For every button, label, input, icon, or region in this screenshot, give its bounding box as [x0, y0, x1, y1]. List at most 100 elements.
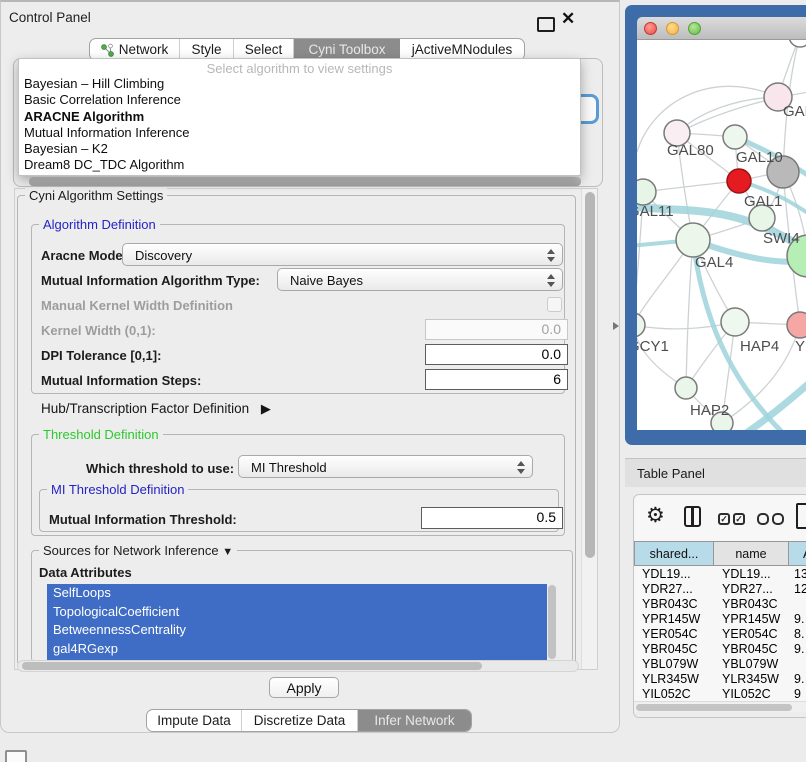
horizontal-scrollbar[interactable]: [17, 660, 579, 672]
table-row[interactable]: YPR145WYPR145W9.: [634, 611, 806, 626]
kernel-width-input[interactable]: 0.0: [425, 319, 568, 340]
table-row[interactable]: YIL052CYIL052C9: [634, 686, 806, 701]
network-node[interactable]: [675, 377, 697, 399]
attribute-item[interactable]: TopologicalCoefficient: [47, 603, 547, 622]
control-panel: Control Panel ✕ Network Style Select Cyn…: [0, 0, 620, 733]
algorithm-item[interactable]: Bayesian – Hill Climbing: [19, 76, 580, 92]
network-node-label: HAP4: [740, 338, 779, 355]
aracne-mode-combo[interactable]: Discovery: [122, 243, 563, 266]
mi-threshold-input[interactable]: 0.5: [421, 507, 563, 529]
tab-discretize-data[interactable]: Discretize Data: [242, 710, 358, 731]
tab-select[interactable]: Select: [234, 39, 294, 60]
algorithm-item[interactable]: ARACNE Algorithm: [19, 109, 580, 125]
algorithm-list: Bayesian – Hill ClimbingBasic Correlatio…: [19, 76, 580, 174]
panel-resize-grip[interactable]: [613, 322, 619, 330]
algorithm-item[interactable]: Mutual Information Inference: [19, 125, 580, 141]
cyni-settings-legend: Cyni Algorithm Settings: [25, 188, 167, 203]
network-node[interactable]: [787, 312, 806, 338]
network-node-label: Y: [795, 338, 805, 355]
algorithm-item[interactable]: Dream8 DC_TDC Algorithm: [19, 157, 580, 173]
tab-impute-data[interactable]: Impute Data: [147, 710, 242, 731]
bottom-left-button[interactable]: [5, 750, 27, 762]
network-node[interactable]: [637, 179, 656, 205]
network-node[interactable]: [789, 40, 806, 47]
network-node[interactable]: [721, 308, 749, 336]
window-zoom-icon[interactable]: [688, 22, 701, 35]
vertical-scrollbar-thumb[interactable]: [585, 192, 595, 558]
table-horizontal-scrollbar[interactable]: [634, 701, 806, 712]
algorithm-item[interactable]: Bayesian – K2: [19, 141, 580, 157]
table-row[interactable]: YLR345WYLR345W9.: [634, 671, 806, 686]
hub-disclosure[interactable]: Hub/Transcription Factor Definition ▶: [41, 401, 271, 417]
tab-infer-network[interactable]: Infer Network: [358, 710, 471, 731]
network-node[interactable]: [637, 313, 645, 337]
table-header-row: shared... name A: [634, 541, 806, 566]
column-header-shared[interactable]: shared...: [634, 541, 714, 566]
table-row[interactable]: YBR045CYBR045C9.: [634, 641, 806, 656]
table-row[interactable]: YER054CYER054C8.: [634, 626, 806, 641]
network-canvas[interactable]: GALGAL80GAL10GAL1GAL11SWI4GAL4GCY1HAP4YH…: [637, 40, 806, 430]
horizontal-scrollbar-thumb[interactable]: [22, 662, 482, 670]
attribute-item[interactable]: SelfLoops: [47, 584, 547, 603]
algorithm-item[interactable]: Basic Correlation Inference: [19, 92, 580, 108]
network-node[interactable]: [727, 169, 751, 193]
network-node[interactable]: [676, 223, 710, 257]
column-view-icon[interactable]: [684, 506, 701, 527]
table-cell: 9.: [789, 612, 804, 626]
network-canvas-svg[interactable]: GALGAL80GAL10GAL1GAL11SWI4GAL4GCY1HAP4YH…: [637, 40, 806, 430]
hub-label: Hub/Transcription Factor Definition: [41, 401, 249, 416]
table-cell: YPR145W: [714, 612, 789, 626]
table-cell: 13: [789, 567, 806, 581]
network-node-label: GAL: [783, 103, 806, 120]
table-row[interactable]: YBL079WYBL079W: [634, 656, 806, 671]
manual-kernel-checkbox[interactable]: [547, 297, 562, 312]
sources-legend[interactable]: Sources for Network Inference ▼: [39, 543, 237, 558]
tab-cyni-toolbox[interactable]: Cyni Toolbox: [294, 39, 400, 60]
attribute-item[interactable]: BetweennessCentrality: [47, 621, 547, 640]
network-window-titlebar[interactable]: [637, 17, 806, 40]
table-cell: YBR045C: [714, 642, 789, 656]
page-icon[interactable]: [796, 503, 806, 529]
attribute-list-scrollbar[interactable]: [547, 584, 557, 660]
apply-button[interactable]: Apply: [269, 677, 339, 698]
column-header-partial[interactable]: A: [789, 541, 806, 566]
tab-style[interactable]: Style: [180, 39, 234, 60]
window-close-icon[interactable]: [644, 22, 657, 35]
tab-network[interactable]: Network: [90, 39, 180, 60]
aracne-mode-label: Aracne Mode:: [41, 248, 127, 263]
table-cell: 9.: [789, 672, 804, 686]
table-row[interactable]: YBR043CYBR043C: [634, 596, 806, 611]
float-window-icon[interactable]: [537, 17, 555, 32]
network-node[interactable]: [723, 125, 747, 149]
threshold-legend: Threshold Definition: [39, 427, 163, 442]
triangle-down-icon: ▼: [222, 546, 233, 558]
which-threshold-combo[interactable]: MI Threshold: [238, 455, 533, 478]
attribute-list-scrollbar-thumb[interactable]: [548, 585, 556, 659]
dpi-tolerance-input[interactable]: 0.0: [425, 344, 568, 365]
table-horizontal-scrollbar-thumb[interactable]: [636, 704, 792, 711]
table-cell: 9.: [789, 642, 804, 656]
attribute-item[interactable]: gal4RGexp: [47, 640, 547, 659]
mi-type-combo[interactable]: Naive Bayes: [277, 268, 563, 291]
attribute-list[interactable]: SelfLoopsTopologicalCoefficientBetweenne…: [47, 584, 547, 660]
checked-checkbox-icon[interactable]: ✓: [733, 513, 745, 525]
unchecked-checkbox-icon[interactable]: [772, 513, 784, 525]
table-row[interactable]: YDL19...YDL19...13: [634, 566, 806, 581]
algorithm-definition-legend: Algorithm Definition: [39, 217, 160, 232]
checked-checkbox-icon[interactable]: ✓: [718, 513, 730, 525]
mi-steps-input[interactable]: 6: [425, 369, 568, 390]
bottom-tab-bar: Impute Data Discretize Data Infer Networ…: [146, 709, 472, 732]
column-header-name[interactable]: name: [714, 541, 789, 566]
vertical-scrollbar[interactable]: [581, 189, 597, 669]
mi-steps-label: Mutual Information Steps:: [41, 373, 201, 388]
mi-type-value: Naive Bayes: [290, 273, 363, 288]
window-minimize-icon[interactable]: [666, 22, 679, 35]
unchecked-checkbox-icon[interactable]: [757, 513, 769, 525]
gear-icon[interactable]: ⚙: [646, 505, 665, 526]
tab-jactivemnodules[interactable]: jActiveMNodules: [400, 39, 524, 60]
mi-threshold-label: Mutual Information Threshold:: [49, 512, 237, 527]
kernel-width-label: Kernel Width (0,1):: [41, 323, 156, 338]
table-row[interactable]: YDR27...YDR27...12: [634, 581, 806, 596]
dpi-tolerance-label: DPI Tolerance [0,1]:: [41, 348, 161, 363]
close-icon[interactable]: ✕: [561, 10, 575, 27]
